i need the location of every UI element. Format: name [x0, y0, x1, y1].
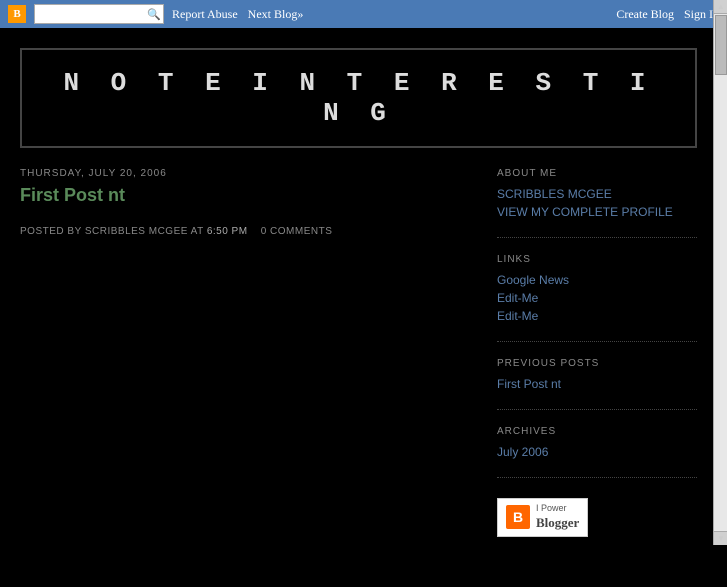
link-edit-me-2[interactable]: Edit-Me [497, 309, 697, 323]
blog-header: N O T E I N T E R E S T I N G [20, 48, 697, 148]
post-author: SCRIBBLES MCGEE [85, 226, 188, 237]
post-time: 6:50 PM [207, 226, 248, 237]
blogger-logo-icon: B [8, 5, 26, 23]
archives-section: ARCHIVES July 2006 [497, 426, 697, 478]
content-row: THURSDAY, JULY 20, 2006 First Post nt PO… [20, 168, 697, 567]
view-profile-link[interactable]: VIEW MY COMPLETE PROFILE [497, 205, 697, 219]
scroll-down-button[interactable]: ▼ [714, 531, 727, 545]
post-meta-at: AT [191, 226, 204, 237]
badge-powered-text: I Power [536, 503, 579, 515]
previous-posts-title: PREVIOUS POSTS [497, 358, 697, 369]
archive-july-2006[interactable]: July 2006 [497, 445, 697, 459]
search-input[interactable] [35, 5, 145, 23]
post-meta: POSTED BY SCRIBBLES MCGEE AT 6:50 PM 0 C… [20, 226, 467, 237]
blogger-badge-section: B I Power Blogger [497, 494, 697, 551]
main-column: THURSDAY, JULY 20, 2006 First Post nt PO… [20, 168, 497, 567]
blog-title: N O T E I N T E R E S T I N G [42, 68, 675, 128]
page-wrap: N O T E I N T E R E S T I N G THURSDAY, … [0, 28, 727, 587]
archives-title: ARCHIVES [497, 426, 697, 437]
report-abuse-link[interactable]: Report Abuse [172, 7, 238, 22]
about-me-title: ABOUT ME [497, 168, 697, 179]
post-meta-prefix: POSTED BY [20, 226, 82, 237]
blogger-badge[interactable]: B I Power Blogger [497, 498, 588, 537]
previous-posts-section: PREVIOUS POSTS First Post nt [497, 358, 697, 410]
about-me-section: ABOUT ME SCRIBBLES MCGEE VIEW MY COMPLET… [497, 168, 697, 238]
badge-name-text: Blogger [536, 515, 579, 532]
post-date: THURSDAY, JULY 20, 2006 [20, 168, 467, 179]
scroll-up-button[interactable]: ▲ [714, 0, 727, 14]
navbar-right-links: Create Blog Sign In [616, 7, 719, 22]
navbar: B 🔍 Report Abuse Next Blog» Create Blog … [0, 0, 727, 28]
search-button[interactable]: 🔍 [145, 8, 163, 21]
link-edit-me-1[interactable]: Edit-Me [497, 291, 697, 305]
sidebar: ABOUT ME SCRIBBLES MCGEE VIEW MY COMPLET… [497, 168, 697, 567]
prev-post-link-1[interactable]: First Post nt [497, 377, 697, 391]
post-title[interactable]: First Post nt [20, 185, 467, 206]
scroll-thumb[interactable] [715, 15, 727, 75]
scrollbar: ▲ ▼ [713, 0, 727, 545]
search-box: 🔍 [34, 4, 164, 24]
post-comments-link[interactable]: 0 COMMENTS [261, 226, 333, 237]
navbar-links: Report Abuse Next Blog» [172, 7, 608, 22]
scroll-track [714, 14, 727, 531]
links-title: LINKS [497, 254, 697, 265]
links-section: LINKS Google News Edit-Me Edit-Me [497, 254, 697, 342]
create-blog-link[interactable]: Create Blog [616, 7, 674, 22]
link-google-news[interactable]: Google News [497, 273, 697, 287]
next-blog-link[interactable]: Next Blog» [248, 7, 304, 22]
author-name-link[interactable]: SCRIBBLES MCGEE [497, 187, 697, 201]
blogger-badge-text: I Power Blogger [536, 503, 579, 532]
blogger-badge-icon: B [506, 505, 530, 529]
